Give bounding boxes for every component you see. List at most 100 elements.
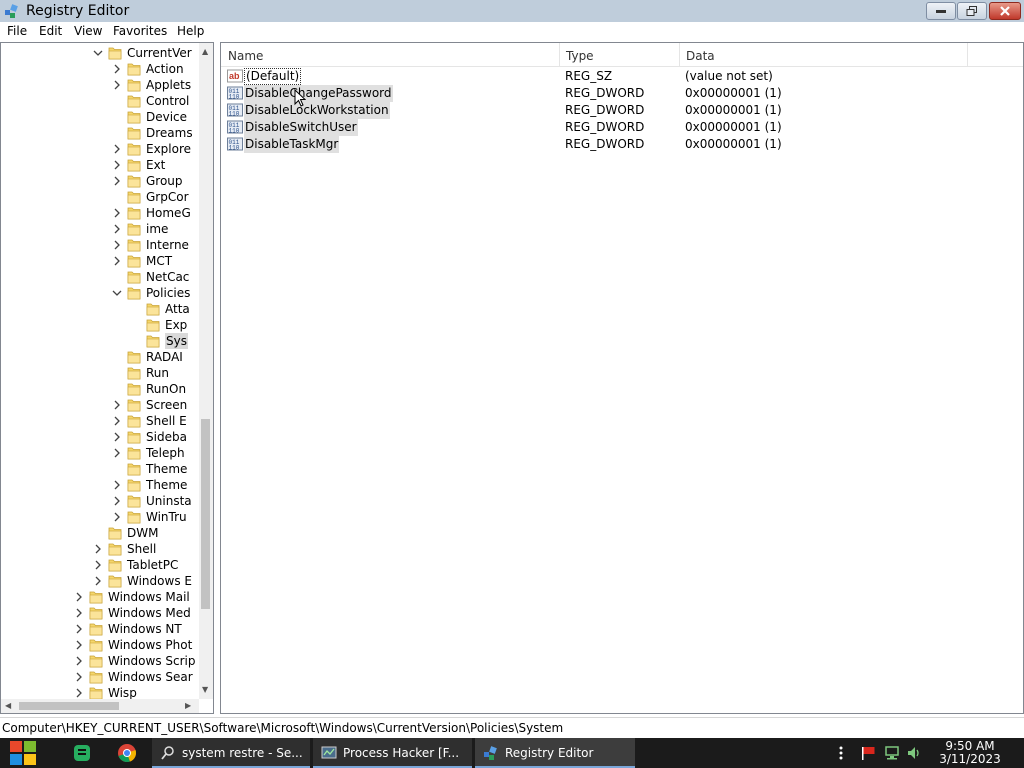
folder-icon xyxy=(146,317,160,332)
green-app-icon[interactable] xyxy=(70,742,94,764)
taskbar-button[interactable]: system restre - Se... xyxy=(152,738,310,768)
chevron-right-icon[interactable] xyxy=(111,510,123,524)
restore-button[interactable] xyxy=(957,2,987,20)
chevron-right-icon[interactable] xyxy=(92,574,104,588)
chevron-right-icon[interactable] xyxy=(111,446,123,460)
tree-item-label: Windows E xyxy=(127,574,192,588)
svg-text:110: 110 xyxy=(229,111,240,118)
tree-vertical-scrollbar[interactable]: ▲ ▼ xyxy=(199,43,213,699)
values-list[interactable]: Name Type Data ab (Default) REG_SZ (value n… xyxy=(220,42,1024,714)
tree-item-label: HomeG xyxy=(146,206,191,220)
value-name: DisableTaskMgr xyxy=(244,136,340,153)
tree-item-label: Windows Phot xyxy=(108,638,193,652)
chevron-right-icon[interactable] xyxy=(92,558,104,572)
chevron-right-icon[interactable] xyxy=(111,206,123,220)
value-row[interactable]: 011 110 DisableSwitchUser REG_DWORD 0x000000… xyxy=(221,119,1023,136)
flag-icon[interactable] xyxy=(860,746,876,760)
chevron-right-icon[interactable] xyxy=(111,62,123,76)
folder-icon xyxy=(127,461,141,476)
menu-help[interactable]: Help xyxy=(177,24,204,39)
close-button[interactable] xyxy=(989,2,1021,20)
chevron-right-icon[interactable] xyxy=(111,174,123,188)
column-name-header[interactable]: Name xyxy=(221,43,559,67)
tree-item-label: Device xyxy=(146,110,188,124)
taskbar-button[interactable]: Registry Editor xyxy=(475,738,635,768)
chevron-right-icon[interactable] xyxy=(111,494,123,508)
folder-icon xyxy=(89,589,103,604)
column-type-header[interactable]: Type xyxy=(559,43,679,67)
folder-icon xyxy=(127,349,141,364)
folder-icon xyxy=(108,573,122,588)
menu-favorites[interactable]: Favorites xyxy=(113,24,167,39)
menu-file[interactable]: File xyxy=(7,24,27,39)
value-row[interactable]: ab (Default) REG_SZ (value not set) xyxy=(221,68,1023,85)
folder-icon xyxy=(89,637,103,652)
folder-icon xyxy=(146,301,160,316)
chevron-right-icon[interactable] xyxy=(111,158,123,172)
tree-item-label: DWM xyxy=(127,526,159,540)
network-icon[interactable] xyxy=(884,746,900,760)
chevron-right-icon[interactable] xyxy=(73,622,85,636)
value-type: REG_DWORD xyxy=(565,137,645,151)
folder-icon xyxy=(127,61,141,76)
chevron-right-icon[interactable] xyxy=(73,654,85,668)
value-name: DisableLockWorkstation xyxy=(244,102,390,119)
chevron-down-icon[interactable] xyxy=(92,46,104,60)
value-row[interactable]: 011 110 DisableLockWorkstation REG_DWORD 0x0… xyxy=(221,102,1023,119)
chevron-right-icon[interactable] xyxy=(73,638,85,652)
tree-item-label: RunOn xyxy=(146,382,187,396)
scrollbar-thumb[interactable] xyxy=(201,419,210,609)
window-title: Registry Editor xyxy=(26,3,130,19)
folder-icon xyxy=(89,621,103,636)
start-button[interactable] xyxy=(0,738,52,768)
tree-item-label: Applets xyxy=(146,78,192,92)
value-type: REG_DWORD xyxy=(565,103,645,117)
value-type: REG_SZ xyxy=(565,69,613,83)
tree-horizontal-scrollbar[interactable]: ◀ ▶ xyxy=(1,699,199,713)
column-divider[interactable] xyxy=(967,43,968,67)
chevron-right-icon[interactable] xyxy=(111,238,123,252)
value-name: (Default) xyxy=(244,68,302,85)
value-data: 0x00000001 (1) xyxy=(685,120,782,134)
tree-item-label: Atta xyxy=(165,302,190,316)
scroll-up-icon[interactable]: ▲ xyxy=(202,47,208,57)
search-icon xyxy=(160,745,176,761)
tree-item-label: Ext xyxy=(146,158,166,172)
chevron-right-icon[interactable] xyxy=(111,142,123,156)
chevron-right-icon[interactable] xyxy=(111,430,123,444)
chevron-right-icon[interactable] xyxy=(111,254,123,268)
folder-icon xyxy=(127,381,141,396)
scroll-left-icon[interactable]: ◀ xyxy=(5,701,11,711)
value-row[interactable]: 011 110 DisableChangePassword REG_DWORD 0x00… xyxy=(221,85,1023,102)
menu-view[interactable]: View xyxy=(74,24,102,39)
clock[interactable]: 9:50 AM 3/11/2023 xyxy=(934,740,1006,766)
chevron-right-icon[interactable] xyxy=(73,606,85,620)
tree-item-label: RADAI xyxy=(146,350,183,364)
chevron-down-icon[interactable] xyxy=(111,286,123,300)
value-row[interactable]: 011 110 DisableTaskMgr REG_DWORD 0x00000001 … xyxy=(221,136,1023,153)
scroll-right-icon[interactable]: ▶ xyxy=(185,701,191,711)
svg-text:110: 110 xyxy=(229,94,240,101)
windows-logo-icon xyxy=(10,741,36,765)
chevron-right-icon[interactable] xyxy=(111,478,123,492)
column-data-header[interactable]: Data xyxy=(679,43,967,67)
more-options-icon[interactable] xyxy=(836,746,846,760)
chevron-right-icon[interactable] xyxy=(111,222,123,236)
chevron-right-icon[interactable] xyxy=(73,670,85,684)
key-tree[interactable]: CurrentVer Action Applets Control Device Drea… xyxy=(0,42,214,714)
tree-item-label: Action xyxy=(146,62,184,76)
menu-edit[interactable]: Edit xyxy=(39,24,62,39)
chevron-right-icon[interactable] xyxy=(111,398,123,412)
chevron-right-icon[interactable] xyxy=(73,686,85,699)
minimize-button[interactable] xyxy=(926,2,956,20)
chevron-right-icon[interactable] xyxy=(92,542,104,556)
volume-icon[interactable] xyxy=(906,746,922,760)
chevron-right-icon[interactable] xyxy=(111,414,123,428)
taskbar-button[interactable]: Process Hacker [F... xyxy=(313,738,472,768)
chrome-icon[interactable] xyxy=(115,742,139,764)
chevron-right-icon[interactable] xyxy=(111,78,123,92)
scrollbar-thumb[interactable] xyxy=(19,702,119,710)
scroll-down-icon[interactable]: ▼ xyxy=(202,685,208,695)
title-bar[interactable]: Registry Editor xyxy=(0,0,1024,22)
chevron-right-icon[interactable] xyxy=(73,590,85,604)
